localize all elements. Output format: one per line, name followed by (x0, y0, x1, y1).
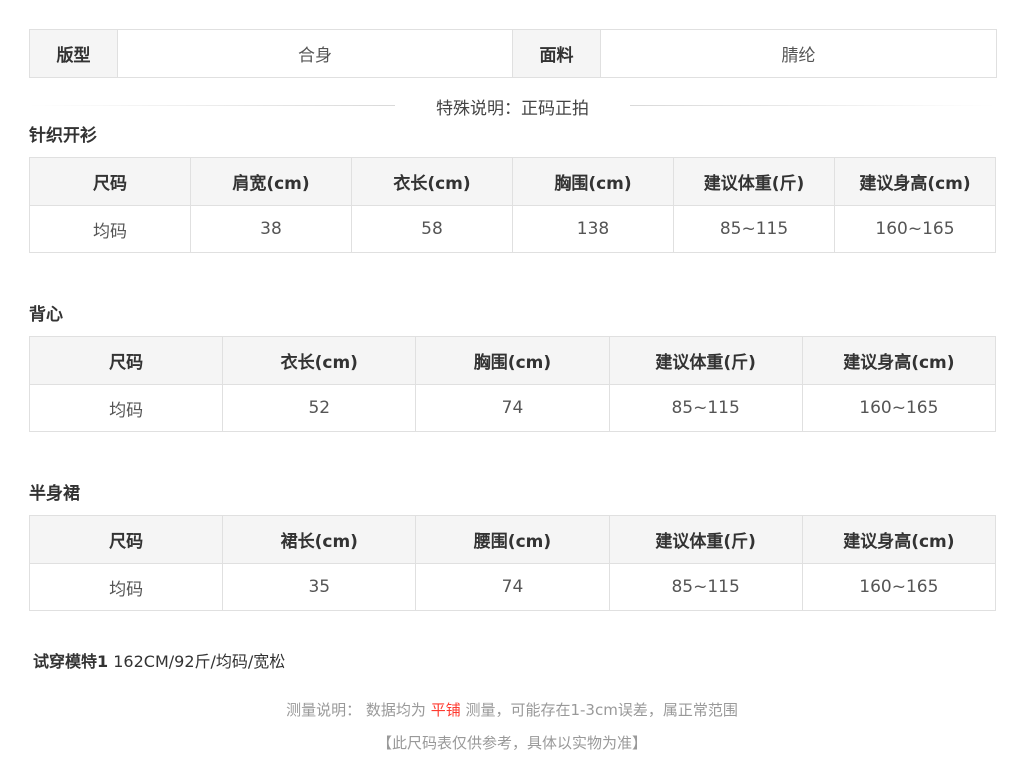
column-header: 衣长(cm) (351, 157, 513, 206)
column-header: 胸围(cm) (512, 157, 674, 206)
skirt-size-table: 尺码 裙长(cm) 腰围(cm) 建议体重(斤) 建议身高(cm) 均码 35 … (28, 515, 997, 611)
fabric-value: 腈纶 (600, 29, 997, 78)
table-cell: 85~115 (608, 563, 803, 611)
fabric-label: 面料 (512, 29, 601, 78)
column-header: 尺码 (28, 515, 224, 564)
table-cell: 均码 (28, 563, 224, 611)
table-cell: 均码 (29, 205, 191, 253)
table-row: 均码 52 74 85~115 160~165 (28, 384, 997, 432)
column-header: 尺码 (28, 336, 224, 385)
column-header: 建议体重(斤) (608, 336, 803, 385)
model-label: 试穿模特1 (33, 652, 109, 671)
column-header: 衣长(cm) (222, 336, 417, 385)
column-header: 裙长(cm) (222, 515, 417, 564)
measurement-highlight: 平铺 (430, 701, 461, 719)
divider-line-right (630, 105, 996, 106)
attribute-row: 版型 合身 面料 腈纶 (29, 29, 997, 78)
column-header: 建议身高(cm) (801, 515, 997, 564)
disclaimer: 【此尺码表仅供参考，具体以实物为准】 (376, 734, 647, 752)
table-header-row: 尺码 肩宽(cm) 衣长(cm) 胸围(cm) 建议体重(斤) 建议身高(cm) (29, 157, 996, 206)
table-cell: 85~115 (608, 384, 803, 432)
table-header-row: 尺码 裙长(cm) 腰围(cm) 建议体重(斤) 建议身高(cm) (28, 515, 997, 564)
skirt-section-title: 半身裙 (29, 484, 80, 504)
cardigan-size-table: 尺码 肩宽(cm) 衣长(cm) 胸围(cm) 建议体重(斤) 建议身高(cm)… (29, 157, 996, 253)
table-cell: 160~165 (834, 205, 996, 253)
column-header: 建议身高(cm) (834, 157, 996, 206)
model-info: 试穿模特1 162CM/92斤/均码/宽松 (33, 648, 285, 672)
column-header: 建议身高(cm) (801, 336, 997, 385)
table-cell: 160~165 (801, 563, 997, 611)
vest-section-title: 背心 (29, 305, 63, 325)
column-header: 建议体重(斤) (673, 157, 835, 206)
table-row: 均码 38 58 138 85~115 160~165 (29, 205, 996, 253)
measurement-note: 测量说明： 数据均为 平铺 测量，可能存在1-3cm误差，属正常范围 (0, 699, 1024, 720)
table-cell: 38 (190, 205, 352, 253)
table-cell: 52 (222, 384, 417, 432)
vest-size-table: 尺码 衣长(cm) 胸围(cm) 建议体重(斤) 建议身高(cm) 均码 52 … (28, 336, 997, 432)
column-header: 腰围(cm) (415, 515, 610, 564)
fit-value: 合身 (117, 29, 513, 78)
column-header: 尺码 (29, 157, 191, 206)
measurement-note-prefix: 测量说明： 数据均为 (286, 701, 431, 719)
table-row: 均码 35 74 85~115 160~165 (28, 563, 997, 611)
table-cell: 74 (415, 384, 610, 432)
column-header: 胸围(cm) (415, 336, 610, 385)
table-cell: 138 (512, 205, 674, 253)
column-header: 肩宽(cm) (190, 157, 352, 206)
size-chart-container: 版型 合身 面料 腈纶 特殊说明：正码正拍 针织开衫 尺码 肩宽(cm) 衣长(… (28, 29, 997, 611)
table-cell: 35 (222, 563, 417, 611)
special-note-divider: 特殊说明：正码正拍 (29, 78, 996, 134)
measurement-note-suffix: 测量，可能存在1-3cm误差，属正常范围 (460, 701, 738, 719)
fit-label: 版型 (29, 29, 118, 78)
attribute-table: 版型 合身 面料 腈纶 (29, 29, 997, 78)
model-details: 162CM/92斤/均码/宽松 (108, 652, 286, 671)
table-cell: 74 (415, 563, 610, 611)
table-cell: 85~115 (673, 205, 835, 253)
table-cell: 160~165 (801, 384, 997, 432)
special-note: 特殊说明：正码正拍 (436, 99, 589, 119)
table-cell: 58 (351, 205, 513, 253)
table-header-row: 尺码 衣长(cm) 胸围(cm) 建议体重(斤) 建议身高(cm) (28, 336, 997, 385)
table-cell: 均码 (28, 384, 224, 432)
column-header: 建议体重(斤) (608, 515, 803, 564)
